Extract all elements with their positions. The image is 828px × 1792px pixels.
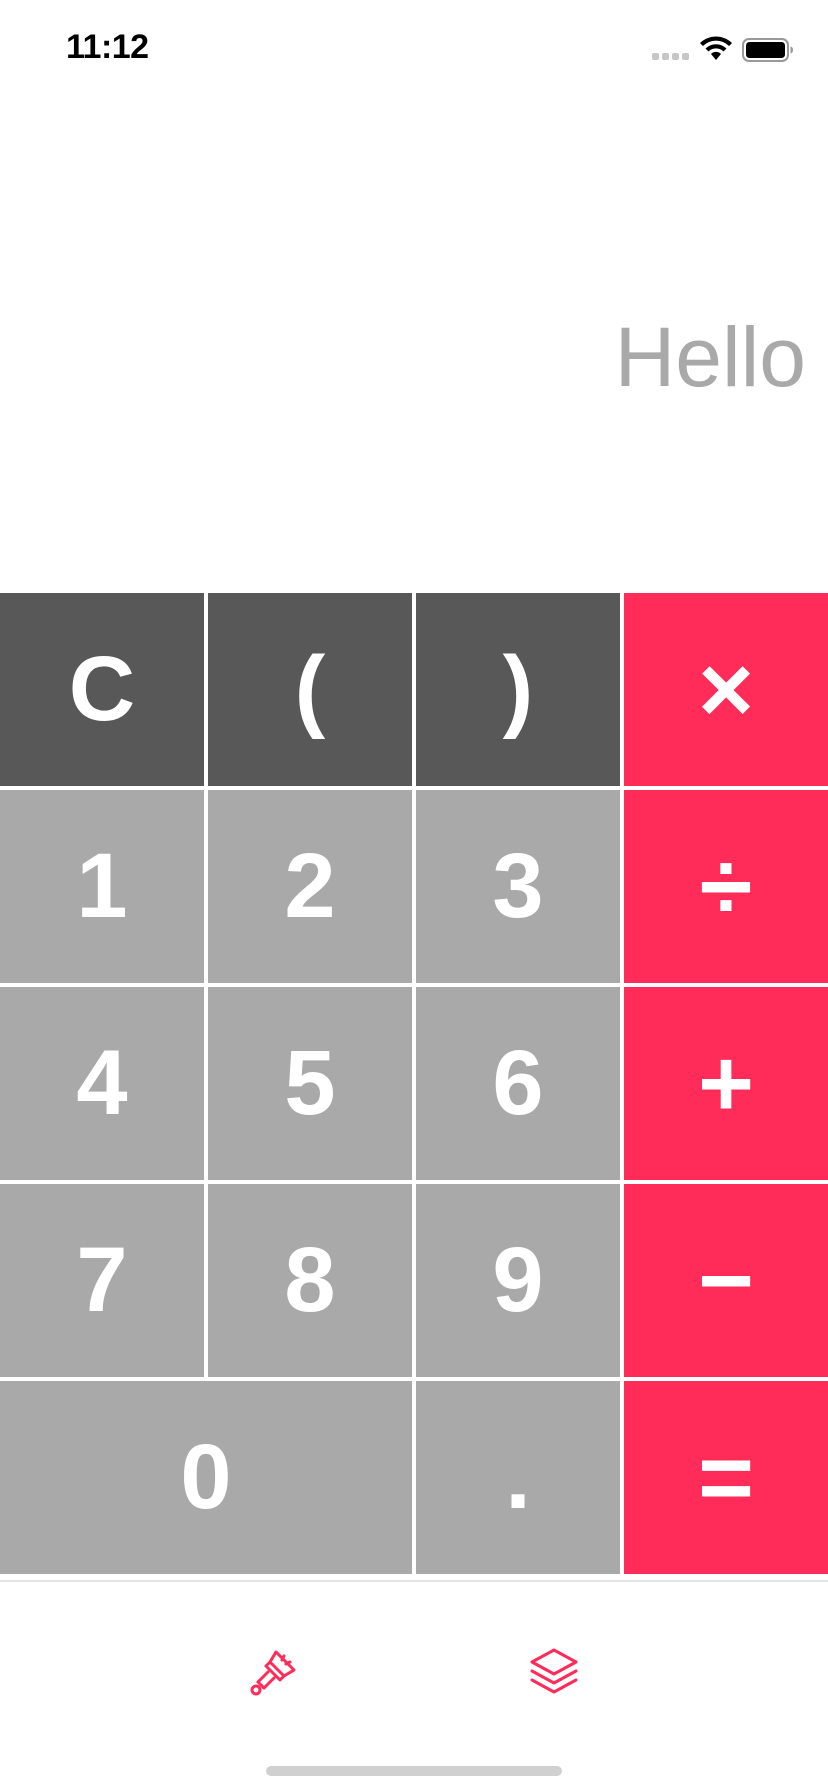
battery-icon xyxy=(742,38,793,62)
digit-3-button[interactable]: 3 xyxy=(416,790,620,983)
digit-4-button[interactable]: 4 xyxy=(0,987,204,1180)
divide-button[interactable]: ÷ xyxy=(624,790,828,983)
subtract-button[interactable]: − xyxy=(624,1184,828,1377)
display-text: Hello xyxy=(614,310,806,404)
add-button[interactable]: + xyxy=(624,987,828,1180)
open-paren-button[interactable]: ( xyxy=(208,593,412,786)
wifi-icon xyxy=(700,36,732,60)
theme-tab-button[interactable] xyxy=(234,1632,314,1712)
digit-8-button[interactable]: 8 xyxy=(208,1184,412,1377)
calculator-keypad: C ( ) × 1 2 3 ÷ 4 5 6 + 7 8 9 − 0 . = xyxy=(0,593,828,1576)
status-time: 11:12 xyxy=(66,28,149,66)
digit-0-button[interactable]: 0 xyxy=(0,1381,412,1574)
digit-7-button[interactable]: 7 xyxy=(0,1184,204,1377)
digit-2-button[interactable]: 2 xyxy=(208,790,412,983)
digit-9-button[interactable]: 9 xyxy=(416,1184,620,1377)
home-indicator[interactable] xyxy=(266,1766,562,1776)
cellular-signal-icon xyxy=(652,53,689,60)
paintbrush-icon xyxy=(250,1650,296,1696)
close-paren-button[interactable]: ) xyxy=(416,593,620,786)
layers-icon xyxy=(530,1648,578,1694)
calculator-display: Hello xyxy=(0,100,828,593)
multiply-button[interactable]: × xyxy=(624,593,828,786)
decimal-button[interactable]: . xyxy=(416,1381,620,1574)
clear-button[interactable]: C xyxy=(0,593,204,786)
layers-tab-button[interactable] xyxy=(514,1632,594,1712)
digit-6-button[interactable]: 6 xyxy=(416,987,620,1180)
digit-1-button[interactable]: 1 xyxy=(0,790,204,983)
equals-button[interactable]: = xyxy=(624,1381,828,1574)
tab-bar xyxy=(0,1582,828,1772)
digit-5-button[interactable]: 5 xyxy=(208,987,412,1180)
status-bar: 11:12 xyxy=(0,0,828,100)
